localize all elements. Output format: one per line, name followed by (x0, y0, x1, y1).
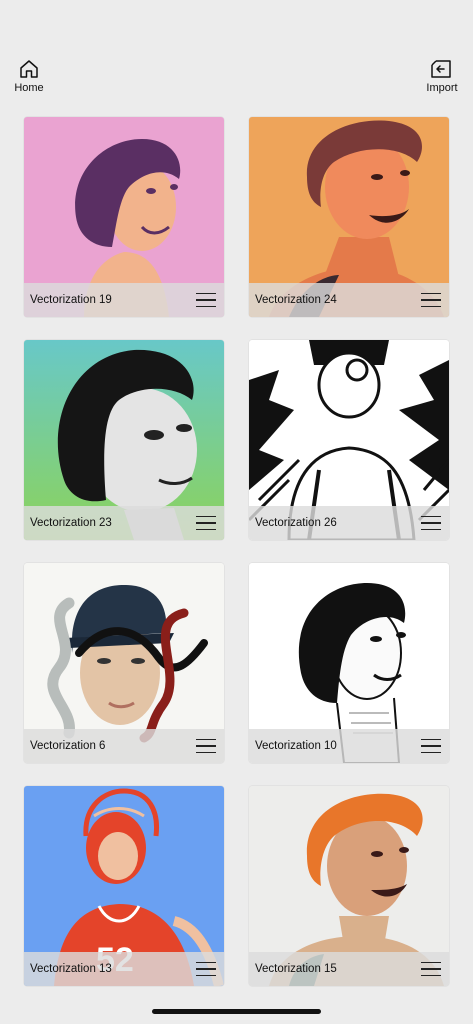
card-footer: Vectorization 23 (24, 506, 224, 540)
gallery-card[interactable]: Vectorization 24 (249, 117, 449, 317)
hamburger-menu-icon[interactable] (421, 739, 441, 753)
home-indicator (152, 1009, 321, 1014)
gallery-card[interactable]: Vectorization 26 (249, 340, 449, 540)
card-title: Vectorization 6 (30, 740, 106, 752)
gallery-card[interactable]: Vectorization 10 (249, 563, 449, 763)
hamburger-menu-icon[interactable] (421, 962, 441, 976)
home-button[interactable]: Home (12, 58, 46, 94)
home-label: Home (14, 82, 44, 94)
hamburger-menu-icon[interactable] (421, 293, 441, 307)
house-icon (20, 60, 38, 78)
card-title: Vectorization 10 (255, 740, 337, 752)
hamburger-menu-icon[interactable] (421, 516, 441, 530)
gallery-card[interactable]: Vectorization 19 (24, 117, 224, 317)
gallery-card[interactable]: Vectorization 15 (249, 786, 449, 986)
import-label: Import (426, 82, 458, 94)
card-footer: Vectorization 10 (249, 729, 449, 763)
hamburger-menu-icon[interactable] (196, 739, 216, 753)
hamburger-menu-icon[interactable] (196, 293, 216, 307)
import-icon (431, 60, 451, 78)
card-title: Vectorization 13 (30, 963, 112, 975)
card-title: Vectorization 15 (255, 963, 337, 975)
top-toolbar: Home Import (0, 0, 473, 110)
card-title: Vectorization 24 (255, 294, 337, 306)
card-footer: Vectorization 15 (249, 952, 449, 986)
hamburger-menu-icon[interactable] (196, 516, 216, 530)
import-button[interactable]: Import (425, 58, 459, 94)
hamburger-menu-icon[interactable] (196, 962, 216, 976)
gallery-card[interactable]: Vectorization 6 (24, 563, 224, 763)
card-footer: Vectorization 13 (24, 952, 224, 986)
card-footer: Vectorization 26 (249, 506, 449, 540)
card-title: Vectorization 26 (255, 517, 337, 529)
card-footer: Vectorization 24 (249, 283, 449, 317)
gallery-card[interactable]: 52 Vectorization 13 (24, 786, 224, 986)
card-footer: Vectorization 6 (24, 729, 224, 763)
gallery-card[interactable]: Vectorization 23 (24, 340, 224, 540)
card-title: Vectorization 23 (30, 517, 112, 529)
card-title: Vectorization 19 (30, 294, 112, 306)
card-footer: Vectorization 19 (24, 283, 224, 317)
